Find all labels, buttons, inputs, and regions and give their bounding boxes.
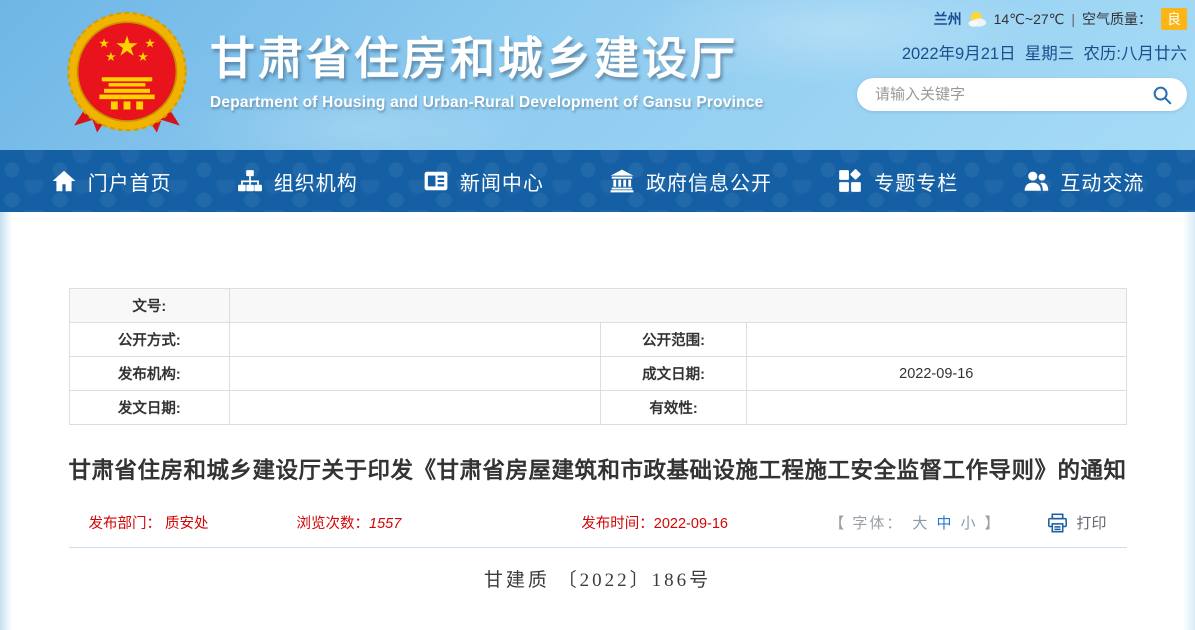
nav-item-label: 组织机构	[274, 167, 358, 196]
nav-item-interaction[interactable]: 互动交流	[1023, 167, 1144, 196]
issue-date-label: 发文日期:	[69, 391, 230, 425]
svg-text:★: ★	[137, 50, 148, 64]
font-size-large-button[interactable]: 大	[912, 512, 927, 533]
publish-time-value: 2022-09-16	[654, 516, 728, 532]
validity-label: 有效性:	[601, 391, 747, 425]
people-icon	[1023, 168, 1049, 194]
publish-time: 发布时间：2022-09-16	[581, 512, 728, 533]
font-size-widget: 【 字体： 大 中 小 】	[829, 512, 1001, 533]
open-scope-value	[747, 323, 1126, 357]
font-widget-suffix: 】	[984, 512, 1001, 533]
table-row: 发文日期: 有效性:	[69, 391, 1126, 425]
open-method-label: 公开方式:	[69, 323, 230, 357]
open-scope-label: 公开范围:	[601, 323, 747, 357]
date-line: 2022年9月21日 星期三 农历:八月廿六	[857, 40, 1187, 64]
home-icon	[51, 168, 77, 194]
publish-time-label: 发布时间：	[581, 516, 654, 532]
air-quality-badge: 良	[1161, 8, 1187, 30]
validity-value	[747, 391, 1126, 425]
nav-item-label: 专题专栏	[874, 167, 958, 196]
news-icon	[423, 168, 449, 194]
issue-date-value	[230, 391, 601, 425]
search-input[interactable]	[875, 86, 1151, 103]
national-emblem-icon: ★ ★ ★ ★ ★	[58, 6, 196, 144]
issuing-agency-value	[230, 357, 601, 391]
nav-item-label: 互动交流	[1060, 167, 1144, 196]
site-subtitle: Department of Housing and Urban-Rural De…	[210, 94, 763, 112]
air-quality-label: 空气质量：	[1082, 9, 1152, 29]
document-reference-number: 甘建质 〔2022〕186号	[0, 565, 1195, 592]
sun-cloud-icon	[967, 10, 989, 28]
nav-item-news[interactable]: 新闻中心	[423, 167, 544, 196]
nav-item-topics[interactable]: 专题专栏	[837, 167, 958, 196]
publish-dept: 发布部门： 质安处	[89, 512, 209, 533]
weather-separator: |	[1071, 11, 1075, 27]
svg-text:★: ★	[98, 36, 109, 50]
nav-item-label: 门户首页	[88, 167, 172, 196]
doc-number-label: 文号:	[69, 289, 230, 323]
page-header: ★ ★ ★ ★ ★ 甘肃省住房和城乡建设厅 Department of Hous…	[0, 0, 1195, 150]
gov-building-icon	[609, 168, 635, 194]
font-size-medium-button[interactable]: 中	[936, 512, 951, 533]
view-count-value: 1557	[369, 516, 401, 532]
weather-widget: 兰州 14℃~27℃ | 空气质量： 良	[857, 8, 1187, 30]
issuing-agency-label: 发布机构:	[69, 357, 230, 391]
print-button[interactable]: 打印	[1047, 512, 1106, 533]
nav-item-gov-info[interactable]: 政府信息公开	[609, 167, 772, 196]
printer-icon	[1047, 513, 1068, 533]
weather-city: 兰州	[934, 9, 962, 29]
brand-text: 甘肃省住房和城乡建设厅 Department of Housing and Ur…	[210, 6, 763, 112]
view-count: 浏览次数：1557	[297, 512, 402, 533]
doc-number-value	[230, 289, 1126, 323]
table-row: 公开方式: 公开范围:	[69, 323, 1126, 357]
main-nav: 门户首页 组织机构 新闻中心	[0, 150, 1195, 212]
site-brand-link[interactable]: ★ ★ ★ ★ ★ 甘肃省住房和城乡建设厅 Department of Hous…	[58, 6, 763, 144]
font-size-small-button[interactable]: 小	[960, 512, 975, 533]
print-label: 打印	[1076, 512, 1106, 533]
article-meta-bar: 发布部门： 质安处 浏览次数：1557 发布时间：2022-09-16 【 字体…	[69, 508, 1127, 548]
header-right-panel: 兰州 14℃~27℃ | 空气质量： 良 2022年9月21日 星期三 农历:八…	[857, 8, 1187, 111]
nav-item-label: 政府信息公开	[646, 167, 772, 196]
written-date-label: 成文日期:	[601, 357, 747, 391]
search-icon[interactable]	[1151, 84, 1173, 106]
content-area: 文号: 公开方式: 公开范围: 发布机构: 成文日期: 2022-09-16 发…	[0, 212, 1195, 630]
svg-text:★: ★	[115, 30, 140, 61]
org-chart-icon	[237, 168, 263, 194]
article-title: 甘肃省住房和城乡建设厅关于印发《甘肃省房屋建筑和市政基础设施工程施工安全监督工作…	[60, 451, 1135, 491]
svg-text:★: ★	[105, 50, 116, 64]
written-date-value: 2022-09-16	[747, 357, 1126, 391]
font-widget-prefix: 【 字体：	[829, 512, 903, 533]
weather-temp: 14℃~27℃	[994, 11, 1065, 28]
publish-dept-label: 发布部门：	[89, 516, 162, 532]
nav-item-label: 新闻中心	[460, 167, 544, 196]
topics-grid-icon	[837, 168, 863, 194]
document-info-table: 文号: 公开方式: 公开范围: 发布机构: 成文日期: 2022-09-16 发…	[69, 288, 1127, 425]
view-count-label: 浏览次数：	[297, 516, 370, 532]
table-row: 发布机构: 成文日期: 2022-09-16	[69, 357, 1126, 391]
site-title: 甘肃省住房和城乡建设厅	[210, 22, 763, 87]
open-method-value	[230, 323, 601, 357]
table-row: 文号:	[69, 289, 1126, 323]
publish-dept-value: 质安处	[165, 516, 209, 532]
nav-item-home[interactable]: 门户首页	[51, 167, 172, 196]
svg-text:★: ★	[144, 36, 155, 50]
search-box	[857, 78, 1187, 111]
nav-item-organization[interactable]: 组织机构	[237, 167, 358, 196]
